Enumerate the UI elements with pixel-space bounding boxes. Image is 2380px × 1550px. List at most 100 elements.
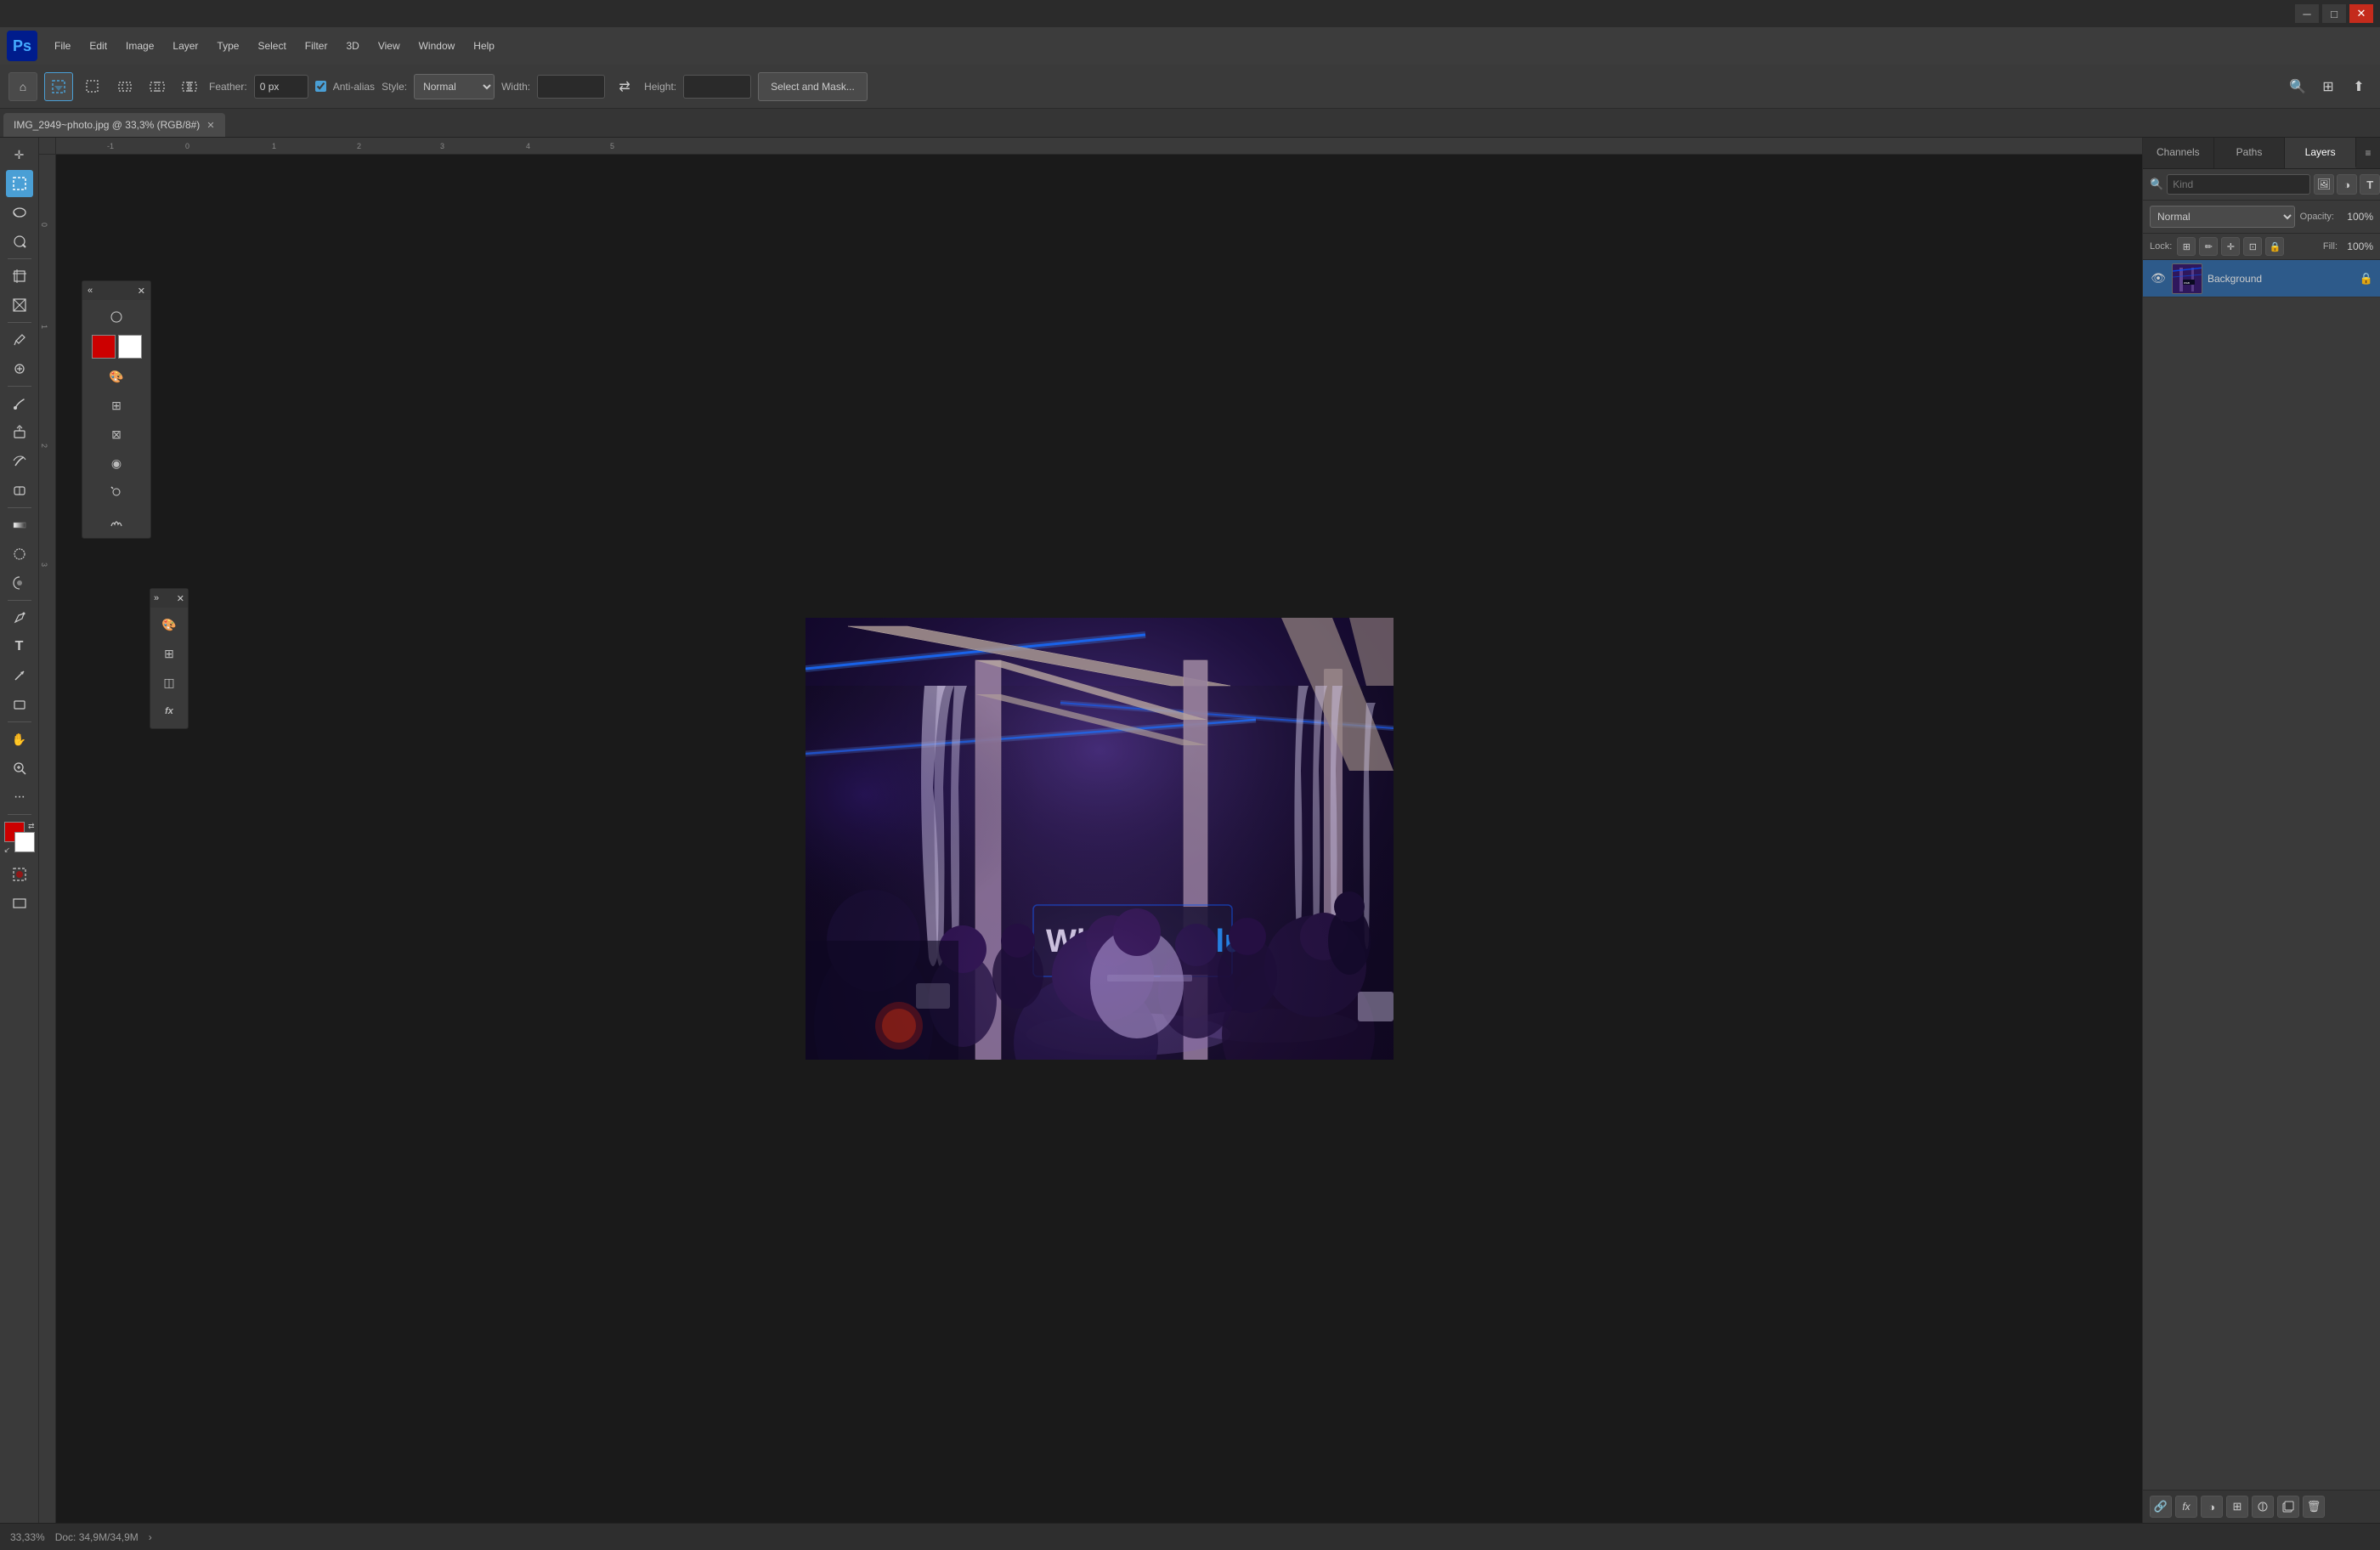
filter-adjustment-icon[interactable]: ◑ <box>2337 174 2357 195</box>
delete-layer-btn[interactable]: 🗑 <box>2303 1496 2325 1518</box>
float-left-close[interactable]: ✕ <box>138 286 145 297</box>
menu-type[interactable]: Type <box>208 37 247 55</box>
move-tool[interactable]: ✛ <box>6 141 33 168</box>
pen-tool[interactable] <box>6 604 33 631</box>
menu-select[interactable]: Select <box>249 37 294 55</box>
type-tool[interactable]: T <box>6 633 33 660</box>
brush-tool[interactable] <box>6 390 33 417</box>
home-button[interactable]: ⌂ <box>8 72 37 101</box>
tab-paths[interactable]: Paths <box>2214 138 2286 168</box>
document-tab-close[interactable]: ✕ <box>206 120 214 131</box>
lasso-tool[interactable] <box>6 199 33 226</box>
frame-tool[interactable] <box>6 291 33 319</box>
crop-tool[interactable] <box>6 263 33 290</box>
float-pattern[interactable]: ⊠ <box>103 421 130 448</box>
float-right-panel-header[interactable]: » ✕ <box>150 589 188 608</box>
history-brush-tool[interactable] <box>6 448 33 475</box>
menu-3d[interactable]: 3D <box>337 37 367 55</box>
lock-position-btn[interactable]: ✛ <box>2221 237 2240 256</box>
opacity-value[interactable]: 100% <box>2339 211 2373 223</box>
fill-value[interactable]: 100% <box>2343 240 2373 252</box>
feather-input[interactable] <box>254 75 308 99</box>
clone-stamp-tool[interactable] <box>6 419 33 446</box>
hand-tool[interactable]: ✋ <box>6 726 33 753</box>
close-button[interactable]: ✕ <box>2349 4 2373 23</box>
filter-type-icon[interactable]: T <box>2360 174 2380 195</box>
float-right-close[interactable]: ✕ <box>177 593 184 604</box>
new-selection-btn[interactable] <box>80 74 105 99</box>
float-grid[interactable]: ⊞ <box>103 392 130 419</box>
workspace-button[interactable]: ⊞ <box>2315 74 2341 99</box>
float-quick-mask[interactable]: ◉ <box>103 450 130 477</box>
menu-image[interactable]: Image <box>117 37 162 55</box>
blur-tool[interactable] <box>6 540 33 568</box>
new-group-btn[interactable]: ⊞ <box>2226 1496 2248 1518</box>
screen-mode-button[interactable] <box>6 890 33 917</box>
document-tab[interactable]: IMG_2949~photo.jpg @ 33,3% (RGB/8#) ✕ <box>3 113 225 137</box>
menu-file[interactable]: File <box>46 37 79 55</box>
search-button[interactable]: 🔍 <box>2285 74 2310 99</box>
intersect-selection-btn[interactable] <box>177 74 202 99</box>
anti-alias-checkbox[interactable] <box>315 81 326 92</box>
panel-menu-button[interactable]: ≡ <box>2356 138 2380 168</box>
minimize-button[interactable]: ─ <box>2295 4 2319 23</box>
quick-mask-button[interactable] <box>6 861 33 888</box>
menu-filter[interactable]: Filter <box>297 37 336 55</box>
lock-all-btn[interactable]: 🔒 <box>2265 237 2284 256</box>
canvas-area[interactable]: -1 0 1 2 3 4 5 0 1 2 3 <box>39 138 2142 1523</box>
add-mask-btn[interactable]: ◑ <box>2201 1496 2223 1518</box>
swap-colors-button[interactable]: ⇄ <box>28 822 35 831</box>
menu-view[interactable]: View <box>370 37 409 55</box>
share-button[interactable]: ⬆ <box>2346 74 2372 99</box>
lock-transparent-btn[interactable]: ⊞ <box>2177 237 2196 256</box>
lock-pixels-btn[interactable]: ✏ <box>2199 237 2218 256</box>
link-layers-btn[interactable]: 🔗 <box>2150 1496 2172 1518</box>
background-color-swatch[interactable] <box>14 832 35 852</box>
float-r-fx[interactable]: fx <box>155 698 183 725</box>
gradient-tool[interactable] <box>6 512 33 539</box>
width-input[interactable] <box>537 75 605 99</box>
layer-background[interactable]: 👁 W&B Bac <box>2143 260 2380 297</box>
path-selection-tool[interactable] <box>6 662 33 689</box>
tab-layers[interactable]: Layers <box>2285 138 2356 168</box>
float-color-wheel[interactable]: 🎨 <box>103 363 130 390</box>
eraser-tool[interactable] <box>6 477 33 504</box>
float-eyedropper[interactable] <box>103 303 130 331</box>
style-select[interactable]: Normal Fixed Ratio Fixed Size <box>414 74 495 99</box>
add-selection-btn[interactable] <box>112 74 138 99</box>
float-right-expand[interactable]: » <box>154 593 159 603</box>
float-left-collapse[interactable]: « <box>88 286 93 296</box>
menu-window[interactable]: Window <box>410 37 464 55</box>
swap-wh-button[interactable]: ⇄ <box>612 74 637 99</box>
lock-artboard-btn[interactable]: ⊡ <box>2243 237 2262 256</box>
more-tools-button[interactable]: ··· <box>6 783 33 811</box>
float-r-color[interactable]: 🎨 <box>155 611 183 638</box>
layers-filter-input[interactable] <box>2167 174 2310 195</box>
status-arrow[interactable]: › <box>149 1531 152 1543</box>
new-layer-btn[interactable] <box>2277 1496 2299 1518</box>
subtract-selection-btn[interactable] <box>144 74 170 99</box>
menu-edit[interactable]: Edit <box>81 37 116 55</box>
bg-color[interactable] <box>118 335 142 359</box>
spot-healing-tool[interactable] <box>6 355 33 382</box>
height-input[interactable] <box>683 75 751 99</box>
float-grass[interactable] <box>103 507 130 535</box>
fx-btn[interactable]: fx <box>2175 1496 2197 1518</box>
fg-color[interactable] <box>92 335 116 359</box>
new-adjustment-btn[interactable] <box>2252 1496 2274 1518</box>
eyedropper-tool[interactable] <box>6 326 33 354</box>
rectangle-shape-tool[interactable] <box>6 691 33 718</box>
tab-channels[interactable]: Channels <box>2143 138 2214 168</box>
zoom-tool[interactable] <box>6 755 33 782</box>
float-r-split[interactable]: ◫ <box>155 669 183 696</box>
float-left-panel-header[interactable]: « ✕ <box>82 281 150 300</box>
blend-mode-select[interactable]: Normal Dissolve Multiply Screen Overlay <box>2150 206 2295 228</box>
menu-layer[interactable]: Layer <box>164 37 206 55</box>
maximize-button[interactable]: □ <box>2322 4 2346 23</box>
select-and-mask-button[interactable]: Select and Mask... <box>758 72 868 101</box>
float-r-grid[interactable]: ⊞ <box>155 640 183 667</box>
menu-help[interactable]: Help <box>465 37 503 55</box>
dodge-tool[interactable] <box>6 569 33 597</box>
layer-visibility-toggle[interactable]: 👁 <box>2150 270 2167 287</box>
float-navigator[interactable] <box>103 478 130 506</box>
